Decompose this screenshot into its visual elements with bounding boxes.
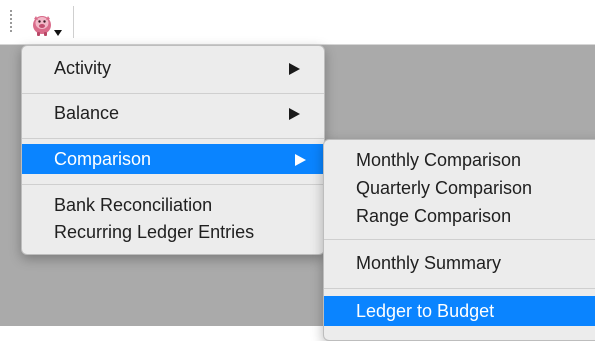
piggy-bank-icon — [33, 16, 62, 36]
menu-item-label: Recurring Ledger Entries — [54, 222, 255, 242]
menu-item-label: Balance — [54, 103, 120, 123]
submenu-item-label: Range Comparison — [356, 206, 512, 226]
menu-item-activity[interactable]: Activity — [28, 53, 318, 83]
comparison-submenu: Monthly Comparison Quarterly Comparison … — [323, 139, 595, 341]
submenu-item-range-comparison[interactable]: Range Comparison — [324, 202, 595, 230]
reports-menu-button[interactable] — [28, 10, 68, 40]
menu-divider — [22, 184, 324, 185]
menu-divider — [22, 93, 324, 94]
submenu-item-label: Monthly Comparison — [356, 150, 522, 170]
menu-item-bank-reconciliation[interactable]: Bank Reconciliation — [28, 191, 318, 219]
submenu-item-ledger-to-budget[interactable]: Ledger to Budget — [324, 296, 595, 326]
menu-item-label: Bank Reconciliation — [54, 195, 213, 215]
toolbar-grip[interactable] — [10, 10, 15, 32]
toolbar-separator — [73, 6, 74, 38]
reports-dropdown-menu: Activity Balance Comparison Bank Reconci… — [21, 45, 325, 255]
menu-item-balance[interactable]: Balance — [28, 98, 318, 128]
submenu-item-quarterly-comparison[interactable]: Quarterly Comparison — [324, 174, 595, 202]
submenu-item-label: Quarterly Comparison — [356, 178, 533, 198]
triangle-down-icon — [54, 30, 62, 36]
menu-item-label: Activity — [54, 58, 112, 78]
toolbar — [0, 0, 595, 45]
menu-item-label: Comparison — [54, 149, 152, 169]
menu-divider — [22, 138, 324, 139]
submenu-item-label: Ledger to Budget — [356, 301, 495, 321]
submenu-item-monthly-comparison[interactable]: Monthly Comparison — [324, 146, 595, 174]
submenu-arrow-icon — [289, 108, 300, 120]
submenu-item-monthly-summary[interactable]: Monthly Summary — [324, 248, 595, 278]
menu-divider — [324, 239, 595, 240]
submenu-item-label: Monthly Summary — [356, 253, 502, 273]
submenu-arrow-icon — [289, 63, 300, 75]
menu-item-recurring-ledger-entries[interactable]: Recurring Ledger Entries — [28, 218, 318, 246]
submenu-arrow-icon — [295, 154, 306, 166]
menu-item-comparison[interactable]: Comparison — [22, 144, 324, 174]
menu-divider — [324, 288, 595, 289]
